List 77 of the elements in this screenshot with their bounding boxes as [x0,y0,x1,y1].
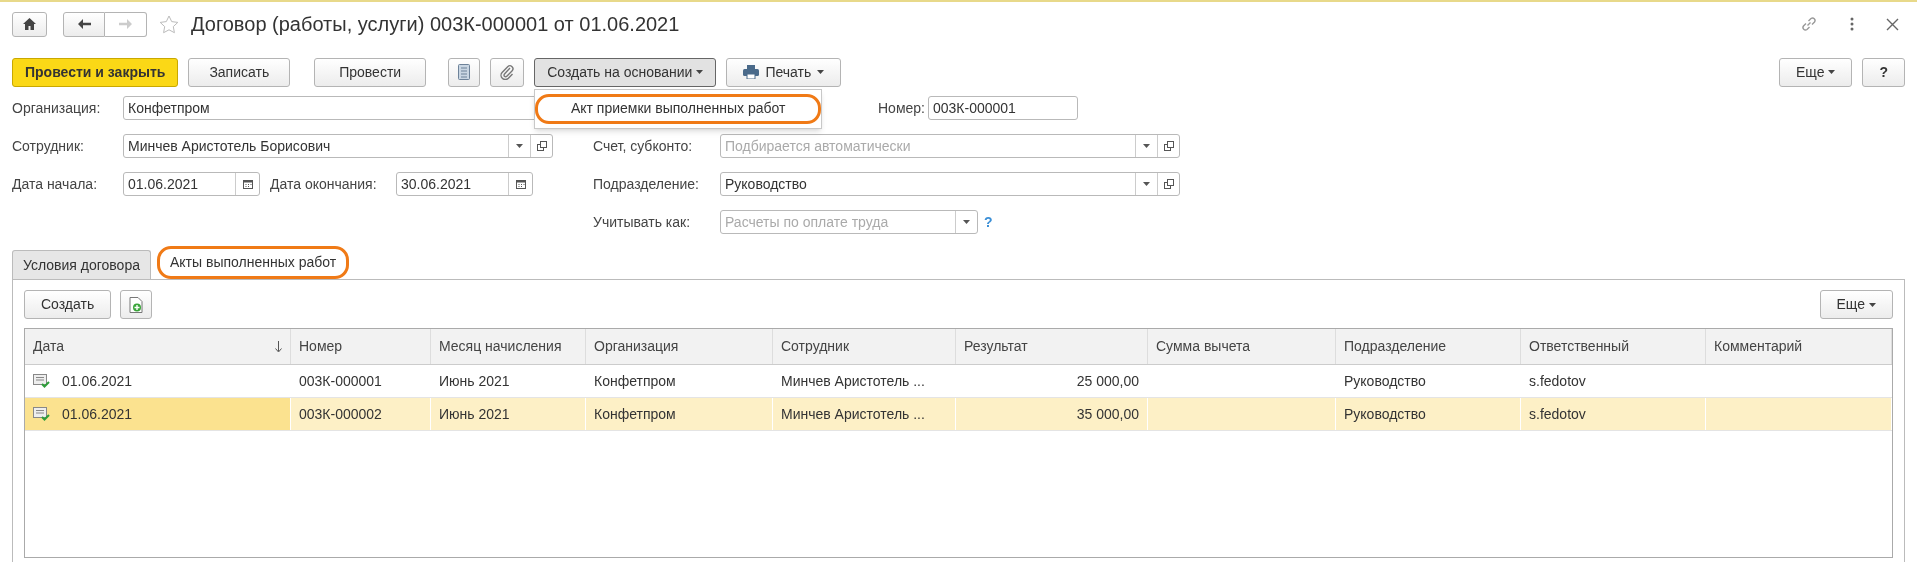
table-cell-text: 25 000,00 [1076,371,1139,391]
back-arrow-icon [77,19,91,29]
help-link[interactable]: ? [984,211,993,233]
input-field[interactable]: 003К-000001 [928,96,1078,120]
field-label: Номер: [878,98,926,118]
table-cell-text: 003К-000001 [299,371,382,391]
column-header[interactable]: Организация [586,329,773,364]
post-close-button[interactable]: Провести и закрыть [12,57,179,87]
column-header[interactable]: Месяц начисления [431,329,586,364]
field-label: Счет, субконто: [593,136,694,156]
table-row[interactable]: 01.06.2021 003К-000002 Июнь 2021 Конфетпром Минчев Аристотель ... 35 000,00 Руководство s.fedotov [25,398,1892,431]
post-button[interactable]: Провести [314,57,427,87]
more-button[interactable]: Еще [1778,57,1853,87]
posted-document-icon [33,407,50,421]
create-based-on-button[interactable]: Создать на основании [534,57,717,87]
window-title: Договор (работы, услуги) 003К-000001 от 01.06.2021 [191,12,680,37]
caret-icon [817,70,825,74]
sort-down-icon [275,340,282,353]
document-list-icon [458,64,471,80]
field-label: Дата начала: [12,174,99,194]
table-cell-text: 01.06.2021 [62,371,133,391]
star-icon[interactable] [159,14,179,34]
close-icon[interactable] [1886,17,1899,31]
column-header[interactable]: Ответственный [1521,329,1706,364]
column-header[interactable]: Дата [25,329,291,364]
table-cell-text: 01.06.2021 [62,404,133,424]
home-icon [23,18,36,30]
input-field[interactable]: Минчев Аристотель Борисович [123,134,553,158]
table-cell-text: Руководство [1344,404,1426,424]
table-cell-text: 003К-000002 [299,404,382,424]
menu-item[interactable]: Акт приемки выполненных работ [535,93,822,124]
forward-arrow-icon [119,19,132,29]
input-field[interactable]: 01.06.2021 [123,172,260,196]
caret-icon [696,70,704,74]
attach-button[interactable] [490,57,525,87]
paperclip-icon [500,64,515,80]
print-button[interactable]: Печать [726,57,842,87]
table-cell-text: 35 000,00 [1076,404,1139,424]
input-field[interactable]: 30.06.2021 [396,172,533,196]
tab[interactable]: Акты выполненных работ [157,246,350,279]
table-cell-text: Июнь 2021 [439,371,510,391]
posted-document-icon [33,374,50,388]
table-cell-text: Руководство [1344,371,1426,391]
create-button[interactable]: Создать [24,290,112,319]
caret-icon [1869,302,1876,307]
add-document-icon [129,296,144,313]
column-header[interactable]: Результат [956,329,1148,364]
more-vertical-icon[interactable] [1850,17,1854,31]
table-cell-text: Конфетпром [594,404,676,424]
column-header[interactable]: Сотрудник [773,329,956,364]
help-button[interactable]: ? [1862,57,1905,87]
tab[interactable]: Условия договора [12,250,151,279]
input-field[interactable]: Руководство [720,172,1180,196]
field-label: Подразделение: [593,174,700,194]
caret-icon [1828,70,1836,74]
column-header[interactable]: Номер [291,329,431,364]
structure-button[interactable] [448,57,481,87]
field-label: Сотрудник: [12,136,85,156]
more-button[interactable]: Еще [1819,290,1893,319]
back-button[interactable] [63,11,105,37]
table-cell-text: s.fedotov [1529,404,1586,424]
add-document-button[interactable] [120,290,153,319]
table-cell-text: Минчев Аристотель ... [781,404,925,424]
field-label: Организация: [12,98,102,118]
save-button[interactable]: Записать [188,57,291,87]
table-cell-text: s.fedotov [1529,371,1586,391]
table-cell-text: Минчев Аристотель ... [781,371,925,391]
column-header[interactable]: Подразделение [1336,329,1521,364]
column-header[interactable]: Комментарий [1706,329,1892,364]
home-button[interactable] [12,11,47,37]
link-icon[interactable] [1800,15,1818,33]
table-cell-text: Конфетпром [594,371,676,391]
field-label: Дата окончания: [270,174,378,194]
field-label: Учитывать как: [593,212,692,232]
column-header[interactable]: Сумма вычета [1148,329,1336,364]
printer-icon [743,65,760,79]
table-cell-text: Июнь 2021 [439,404,510,424]
